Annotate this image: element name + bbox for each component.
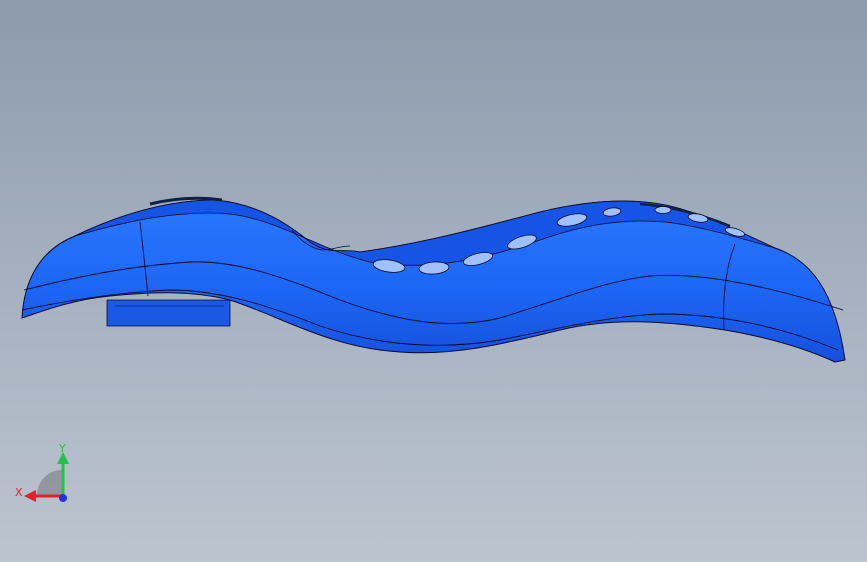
y-axis-label: Y: [58, 442, 66, 455]
triad-quadrant: [37, 470, 62, 495]
graphics-viewport[interactable]: Y X: [0, 0, 867, 562]
axis-triad: Y X: [15, 442, 69, 502]
x-axis-label: X: [15, 486, 23, 499]
base-block: [106, 299, 231, 327]
3d-part-model[interactable]: [0, 0, 867, 562]
z-axis-icon: [59, 494, 67, 502]
